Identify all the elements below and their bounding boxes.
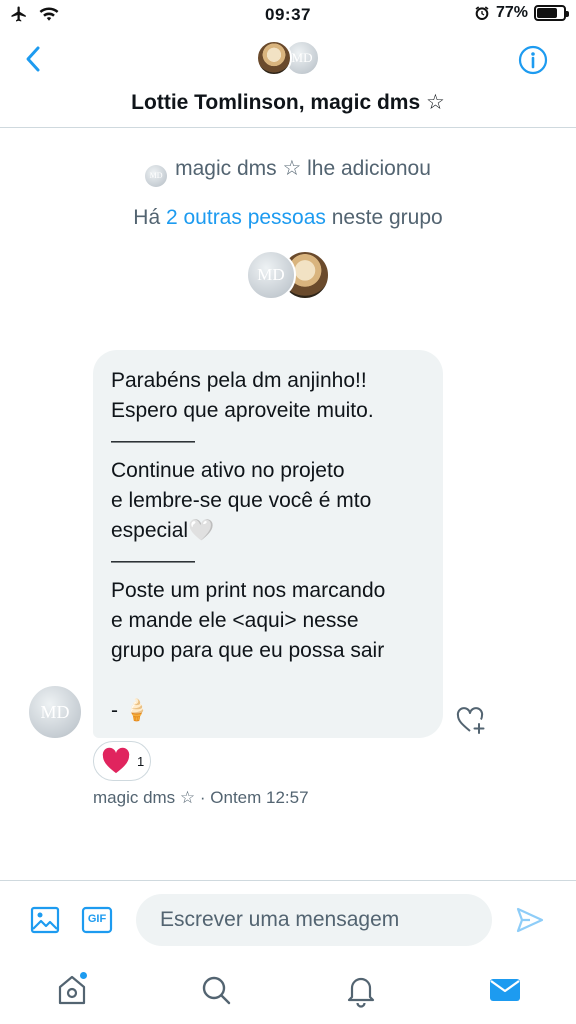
tab-home[interactable] [54, 972, 90, 1008]
conversation-header: MD Lottie Tomlinson, magic dms ☆ [0, 30, 576, 128]
reaction-pill[interactable]: 1 [93, 741, 151, 781]
message-line: Espero que aproveite muito. [111, 399, 374, 422]
meta-separator: · [195, 788, 211, 807]
avatar-lottie [256, 40, 292, 76]
bell-icon [347, 977, 375, 1008]
battery-percent: 77% [495, 4, 528, 21]
message-line: - 🍦 [111, 699, 150, 722]
image-icon [30, 906, 60, 934]
gif-button[interactable]: GIF [81, 904, 113, 936]
mail-icon [490, 979, 520, 1001]
sender-avatar[interactable]: MD [27, 684, 83, 740]
message-input[interactable] [136, 894, 492, 946]
others-suffix: neste grupo [325, 206, 443, 229]
add-reaction-button[interactable] [455, 705, 487, 737]
others-link[interactable]: 2 outras pessoas [166, 206, 326, 229]
notification-dot [80, 972, 87, 979]
message-line: Continue ativo no projeto [111, 459, 345, 482]
bottom-tab-bar [0, 958, 576, 1024]
heart-plus-icon [456, 707, 485, 734]
avatar-initials: MD [257, 265, 285, 284]
others-prefix: Há [133, 206, 166, 229]
message-line: Poste um print nos marcando [111, 579, 386, 602]
avatar-initials: MD [40, 701, 70, 722]
message-line [111, 666, 425, 696]
search-icon [202, 976, 231, 1005]
conversation-title[interactable]: Lottie Tomlinson, magic dms ☆ [0, 90, 576, 115]
status-right: 77% [474, 4, 569, 22]
send-icon [516, 907, 544, 933]
tab-notifications[interactable] [343, 972, 379, 1008]
message-line: ———— [111, 549, 195, 572]
avatar-magic-dms: MD [246, 250, 296, 300]
message-line: e lembre-se que você é mto [111, 489, 372, 512]
message-line: Parabéns pela dm anjinho!! [111, 369, 367, 392]
status-bar: 09:37 77% [0, 0, 576, 30]
message-sender: magic dms ☆ [93, 788, 196, 807]
group-members-notice: Há 2 outras pessoas neste grupo [0, 206, 576, 230]
message-bubble[interactable]: Parabéns pela dm anjinho!! Espero que ap… [93, 350, 443, 738]
chevron-left-icon [26, 46, 40, 72]
battery-fill [537, 8, 558, 18]
message-composer: GIF [0, 880, 576, 958]
added-notice-text: magic dms ☆ lhe adicionou [175, 157, 431, 180]
image-button[interactable] [29, 904, 61, 936]
mini-avatar-magic-dms: MD [145, 165, 168, 187]
tab-messages[interactable] [487, 972, 523, 1008]
avatar-initials: MD [291, 50, 313, 65]
message-timestamp: Ontem 12:57 [210, 788, 309, 807]
group-members-avatars[interactable]: MD [246, 250, 332, 302]
message-meta: magic dms ☆ · Ontem 12:57 [93, 788, 309, 808]
gif-label: GIF [87, 913, 107, 925]
message-line: grupo para que eu possa sair [111, 639, 385, 662]
added-notice: MD magic dms ☆ lhe adicionou [0, 156, 576, 187]
alarm-icon [475, 6, 489, 20]
group-avatar-stack[interactable]: MD [256, 40, 322, 78]
info-icon [518, 45, 548, 75]
message-line: ———— [111, 429, 195, 452]
battery-icon [534, 5, 569, 21]
message-line: especial🤍 [111, 519, 215, 542]
reaction-count: 1 [137, 753, 145, 769]
tab-search[interactable] [198, 972, 234, 1008]
message-line: e mande ele <aqui> nesse [111, 609, 359, 632]
send-button[interactable] [514, 904, 546, 936]
heart-icon [102, 747, 130, 774]
back-button[interactable] [18, 44, 48, 74]
info-button[interactable] [518, 45, 548, 75]
